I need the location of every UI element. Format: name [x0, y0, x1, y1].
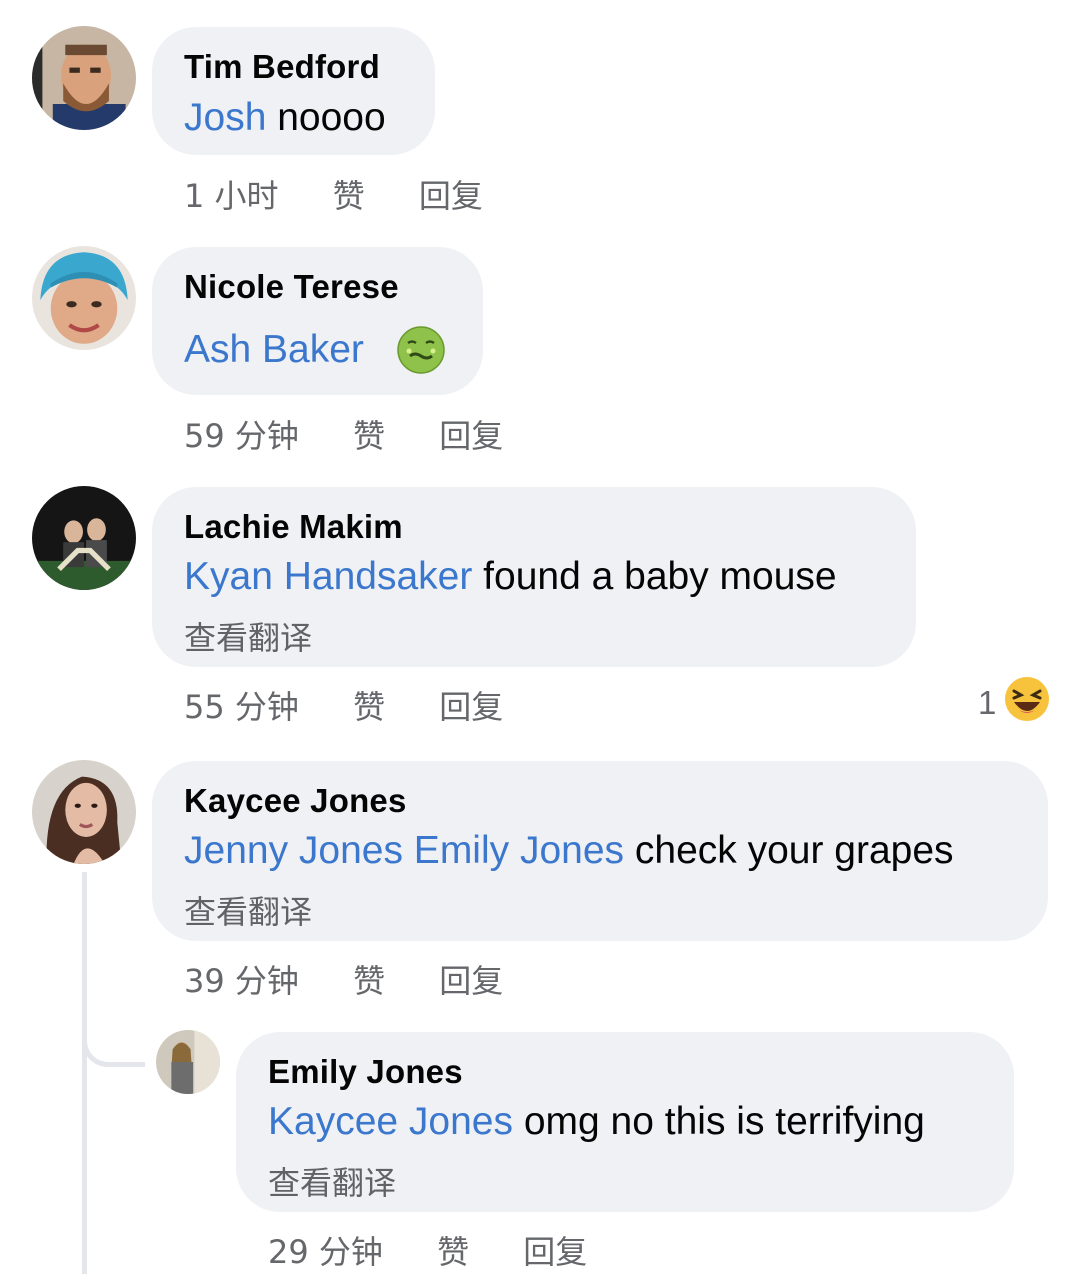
comment-text: Kaycee Jones omg no this is terrifying — [268, 1100, 925, 1144]
reply-thread-branch — [82, 1030, 145, 1067]
mention-link[interactable]: Josh — [184, 96, 266, 139]
mention-link[interactable]: Jenny Jones Emily Jones — [184, 829, 624, 872]
comment-actions: 39 分钟 赞 回复 — [184, 956, 503, 1002]
see-translation-link[interactable]: 查看翻译 — [184, 613, 312, 659]
reply-button[interactable]: 回复 — [523, 1227, 587, 1273]
comment-body: check your grapes — [624, 829, 954, 872]
comment-time[interactable]: 39 分钟 — [184, 956, 299, 1002]
reply-button[interactable]: 回复 — [419, 171, 483, 217]
reaction-count[interactable]: 1 — [978, 684, 996, 722]
comment-time[interactable]: 29 分钟 — [268, 1227, 383, 1273]
avatar[interactable] — [32, 760, 136, 864]
comment-text: Josh noooo — [184, 96, 386, 140]
comment-author[interactable]: Lachie Makim — [184, 508, 403, 546]
avatar[interactable] — [32, 26, 136, 130]
comment-time[interactable]: 55 分钟 — [184, 682, 299, 728]
comment-text: Ash Baker — [184, 328, 364, 372]
laughing-emoji-icon[interactable] — [1004, 676, 1050, 722]
like-button[interactable]: 赞 — [353, 956, 385, 1002]
avatar[interactable] — [32, 246, 136, 350]
comment-body: found a baby mouse — [472, 555, 837, 598]
like-button[interactable]: 赞 — [437, 1227, 469, 1273]
avatar[interactable] — [32, 486, 136, 590]
like-button[interactable]: 赞 — [353, 682, 385, 728]
avatar[interactable] — [156, 1030, 220, 1094]
comment-body: noooo — [266, 96, 386, 139]
mention-link[interactable]: Ash Baker — [184, 328, 364, 371]
comment-time[interactable]: 59 分钟 — [184, 411, 299, 457]
comment-author[interactable]: Kaycee Jones — [184, 782, 407, 820]
reply-button[interactable]: 回复 — [439, 956, 503, 1002]
reply-thread-line — [82, 872, 87, 1274]
comment-actions: 29 分钟 赞 回复 — [268, 1227, 587, 1273]
reply-button[interactable]: 回复 — [439, 411, 503, 457]
comment-author[interactable]: Nicole Terese — [184, 268, 399, 306]
comment-actions: 1 小时 赞 回复 — [184, 171, 483, 217]
comment-text: Jenny Jones Emily Jones check your grape… — [184, 829, 954, 873]
like-button[interactable]: 赞 — [353, 411, 385, 457]
mention-link[interactable]: Kaycee Jones — [268, 1100, 513, 1143]
mention-link[interactable]: Kyan Handsaker — [184, 555, 472, 598]
comment-time[interactable]: 1 小时 — [184, 171, 279, 217]
comment-author[interactable]: Emily Jones — [268, 1053, 463, 1091]
see-translation-link[interactable]: 查看翻译 — [184, 887, 312, 933]
comment-actions: 59 分钟 赞 回复 — [184, 411, 503, 457]
comment-actions: 55 分钟 赞 回复 — [184, 682, 503, 728]
nauseated-face-icon — [396, 325, 446, 375]
comment-text: Kyan Handsaker found a baby mouse — [184, 555, 837, 599]
like-button[interactable]: 赞 — [333, 171, 365, 217]
reply-button[interactable]: 回复 — [439, 682, 503, 728]
comment-author[interactable]: Tim Bedford — [184, 48, 380, 86]
comment-body: omg no this is terrifying — [513, 1100, 925, 1143]
see-translation-link[interactable]: 查看翻译 — [268, 1158, 396, 1204]
